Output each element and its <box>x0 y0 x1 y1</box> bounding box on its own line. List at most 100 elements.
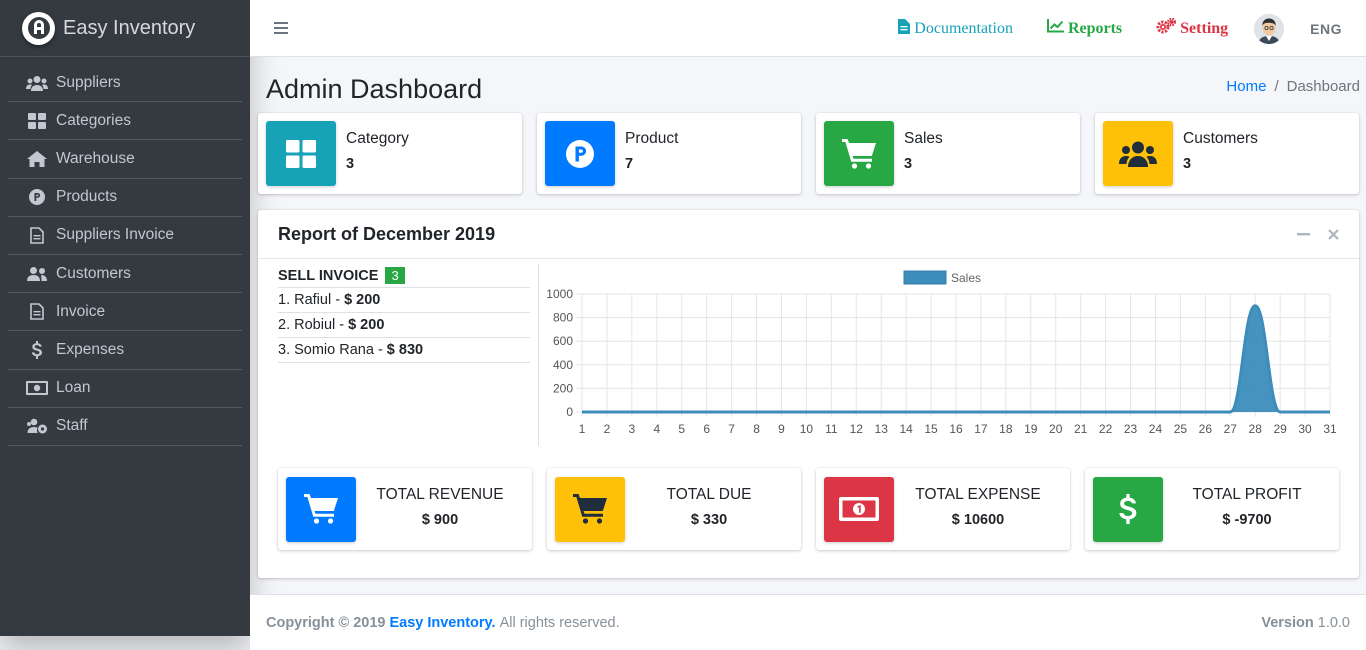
footer-version-number: 1.0.0 <box>1317 614 1350 631</box>
file-icon <box>26 302 48 322</box>
invoice-amount: $ 200 <box>348 317 385 333</box>
home-icon <box>26 149 48 169</box>
info-box-label: Customers <box>1183 129 1258 147</box>
invoice-customer: 2. Robiul - <box>278 317 345 333</box>
invoice-amount: $ 830 <box>386 342 424 358</box>
breadcrumb-current: Dashboard <box>1286 78 1360 95</box>
total-revenue-box[interactable]: TOTAL REVENUE $ 900 <box>278 468 532 550</box>
info-box-value: 7 <box>625 155 634 172</box>
info-box-product[interactable]: Product 7 <box>537 113 801 194</box>
chart-x-tick-label: 1 <box>579 422 586 436</box>
total-expense-box[interactable]: TOTAL EXPENSE $ 10600 <box>816 468 1070 550</box>
sell-invoice-label: SELL INVOICE <box>278 267 379 284</box>
chart-x-tick-label: 31 <box>1323 422 1337 436</box>
chart-y-tick-label: 800 <box>553 311 573 325</box>
invoice-customer: 1. Rafiul - <box>278 292 341 308</box>
sidebar-item-invoice[interactable]: Invoice <box>8 293 242 332</box>
setting-label: Setting <box>1180 19 1229 37</box>
money-bill-icon <box>824 476 894 542</box>
breadcrumb-separator: / <box>1274 78 1279 95</box>
documentation-label: Documentation <box>914 19 1013 37</box>
sidebar-item-label: Categories <box>56 111 131 129</box>
chart-x-tick-label: 22 <box>1099 422 1113 436</box>
total-value: $ 900 <box>421 512 459 528</box>
sidebar-item-customers[interactable]: Customers <box>8 255 242 294</box>
setting-link[interactable]: Setting <box>1156 17 1229 39</box>
chart-legend: Sales <box>903 270 981 285</box>
invoice-customer: 3. Somio Rana - <box>278 342 383 358</box>
info-box-value: 3 <box>1183 155 1192 172</box>
sell-invoice-list: SELL INVOICE 3 1. Rafiul - $ 200 2. Robi… <box>278 264 530 363</box>
info-box-customers[interactable]: Customers 3 <box>1095 113 1359 194</box>
collapse-icon[interactable] <box>1297 233 1310 236</box>
chart-x-tick-label: 21 <box>1074 422 1088 436</box>
chart-x-tick-label: 11 <box>825 422 838 436</box>
info-box-label: Category <box>346 129 409 147</box>
chart-y-tick-label: 200 <box>553 381 573 395</box>
sidebar-item-categories[interactable]: Categories <box>8 102 242 141</box>
total-box-body: TOTAL REVENUE $ 900 <box>356 486 524 528</box>
chart-x-tick-label: 10 <box>800 422 814 436</box>
reports-link[interactable]: Reports <box>1046 19 1122 38</box>
sidebar-item-label: Customers <box>56 264 131 282</box>
top-navbar: Documentation Reports Setting ENG <box>250 0 1366 57</box>
total-due-box[interactable]: TOTAL DUE $ 330 <box>547 468 801 550</box>
total-box-body: TOTAL EXPENSE $ 10600 <box>894 486 1062 528</box>
chart-y-ticks: 1000 800 600 400 200 0 <box>546 287 573 419</box>
sidebar-item-products[interactable]: Products <box>8 179 242 217</box>
chart-x-tick-label: 6 <box>703 422 710 436</box>
user-avatar[interactable] <box>1254 13 1285 44</box>
documentation-link[interactable]: Documentation <box>898 18 1013 39</box>
brand-name: Easy Inventory <box>63 16 196 39</box>
footer-rights: All rights reserved. <box>499 614 620 631</box>
sidebar-item-loan[interactable]: Loan <box>8 370 242 408</box>
sidebar-item-expenses[interactable]: Expenses <box>8 331 242 370</box>
breadcrumb-home-link[interactable]: Home <box>1226 78 1266 95</box>
report-title: Report of December 2019 <box>278 223 496 244</box>
total-profit-box[interactable]: TOTAL PROFIT $ -9700 <box>1085 468 1339 550</box>
info-box-body: Product 7 <box>625 130 678 172</box>
info-box-value: 3 <box>904 155 913 172</box>
info-box-category[interactable]: Category 3 <box>258 113 522 194</box>
menu-toggle-icon[interactable] <box>274 22 288 34</box>
sidebar-item-label: Staff <box>56 417 88 435</box>
sidebar-item-label: Products <box>56 188 118 206</box>
total-label: TOTAL DUE <box>666 486 752 503</box>
chart-x-tick-label: 16 <box>949 422 963 436</box>
footer-copyright: Copyright © 2019 <box>266 614 386 631</box>
chart-x-tick-label: 26 <box>1199 422 1213 436</box>
close-icon[interactable] <box>1328 229 1339 240</box>
language-switcher[interactable]: ENG <box>1310 21 1342 37</box>
chart-x-tick-label: 29 <box>1273 422 1287 436</box>
footer-version-label: Version <box>1261 614 1314 631</box>
chart-x-tick-label: 19 <box>1024 422 1038 436</box>
chart-x-tick-label: 24 <box>1149 422 1163 436</box>
chart-x-tick-label: 2 <box>604 422 611 436</box>
chart-legend-label: Sales <box>951 271 981 285</box>
sidebar-item-suppliers-invoice[interactable]: Suppliers Invoice <box>8 217 242 255</box>
footer-brand-link[interactable]: Easy Inventory. <box>389 615 495 631</box>
sidebar-item-staff[interactable]: Staff <box>8 408 242 446</box>
chart-x-tick-label: 25 <box>1174 422 1188 436</box>
grid-icon <box>26 111 48 131</box>
users-icon <box>26 73 48 93</box>
sidebar: Easy Inventory Suppliers Categories Ware… <box>0 0 250 636</box>
chart-grid <box>576 293 1331 417</box>
product-p-icon <box>26 187 48 207</box>
info-box-body: Sales 3 <box>904 130 943 172</box>
chart-y-tick-label: 600 <box>553 334 573 348</box>
dollar-icon <box>26 340 48 360</box>
sidebar-item-suppliers[interactable]: Suppliers <box>8 64 242 103</box>
info-box-value: 3 <box>346 155 355 172</box>
chart-x-tick-label: 7 <box>728 422 735 436</box>
sales-chart-container: 1000 800 600 400 200 0 1 2 3 4 5 6 7 8 9 10 11 12 13 14 15 1… <box>538 264 1353 446</box>
info-box-body: Customers 3 <box>1183 130 1258 172</box>
sidebar-item-warehouse[interactable]: Warehouse <box>8 140 242 179</box>
chart-x-tick-label: 15 <box>924 422 938 436</box>
footer: Copyright © 2019 Easy Inventory. All rig… <box>250 594 1366 650</box>
chart-x-tick-label: 13 <box>875 422 889 436</box>
sell-invoice-count-badge: 3 <box>385 267 405 284</box>
info-box-sales[interactable]: Sales 3 <box>816 113 1080 194</box>
invoice-amount: $ 200 <box>344 292 381 308</box>
brand[interactable]: Easy Inventory <box>0 0 250 57</box>
